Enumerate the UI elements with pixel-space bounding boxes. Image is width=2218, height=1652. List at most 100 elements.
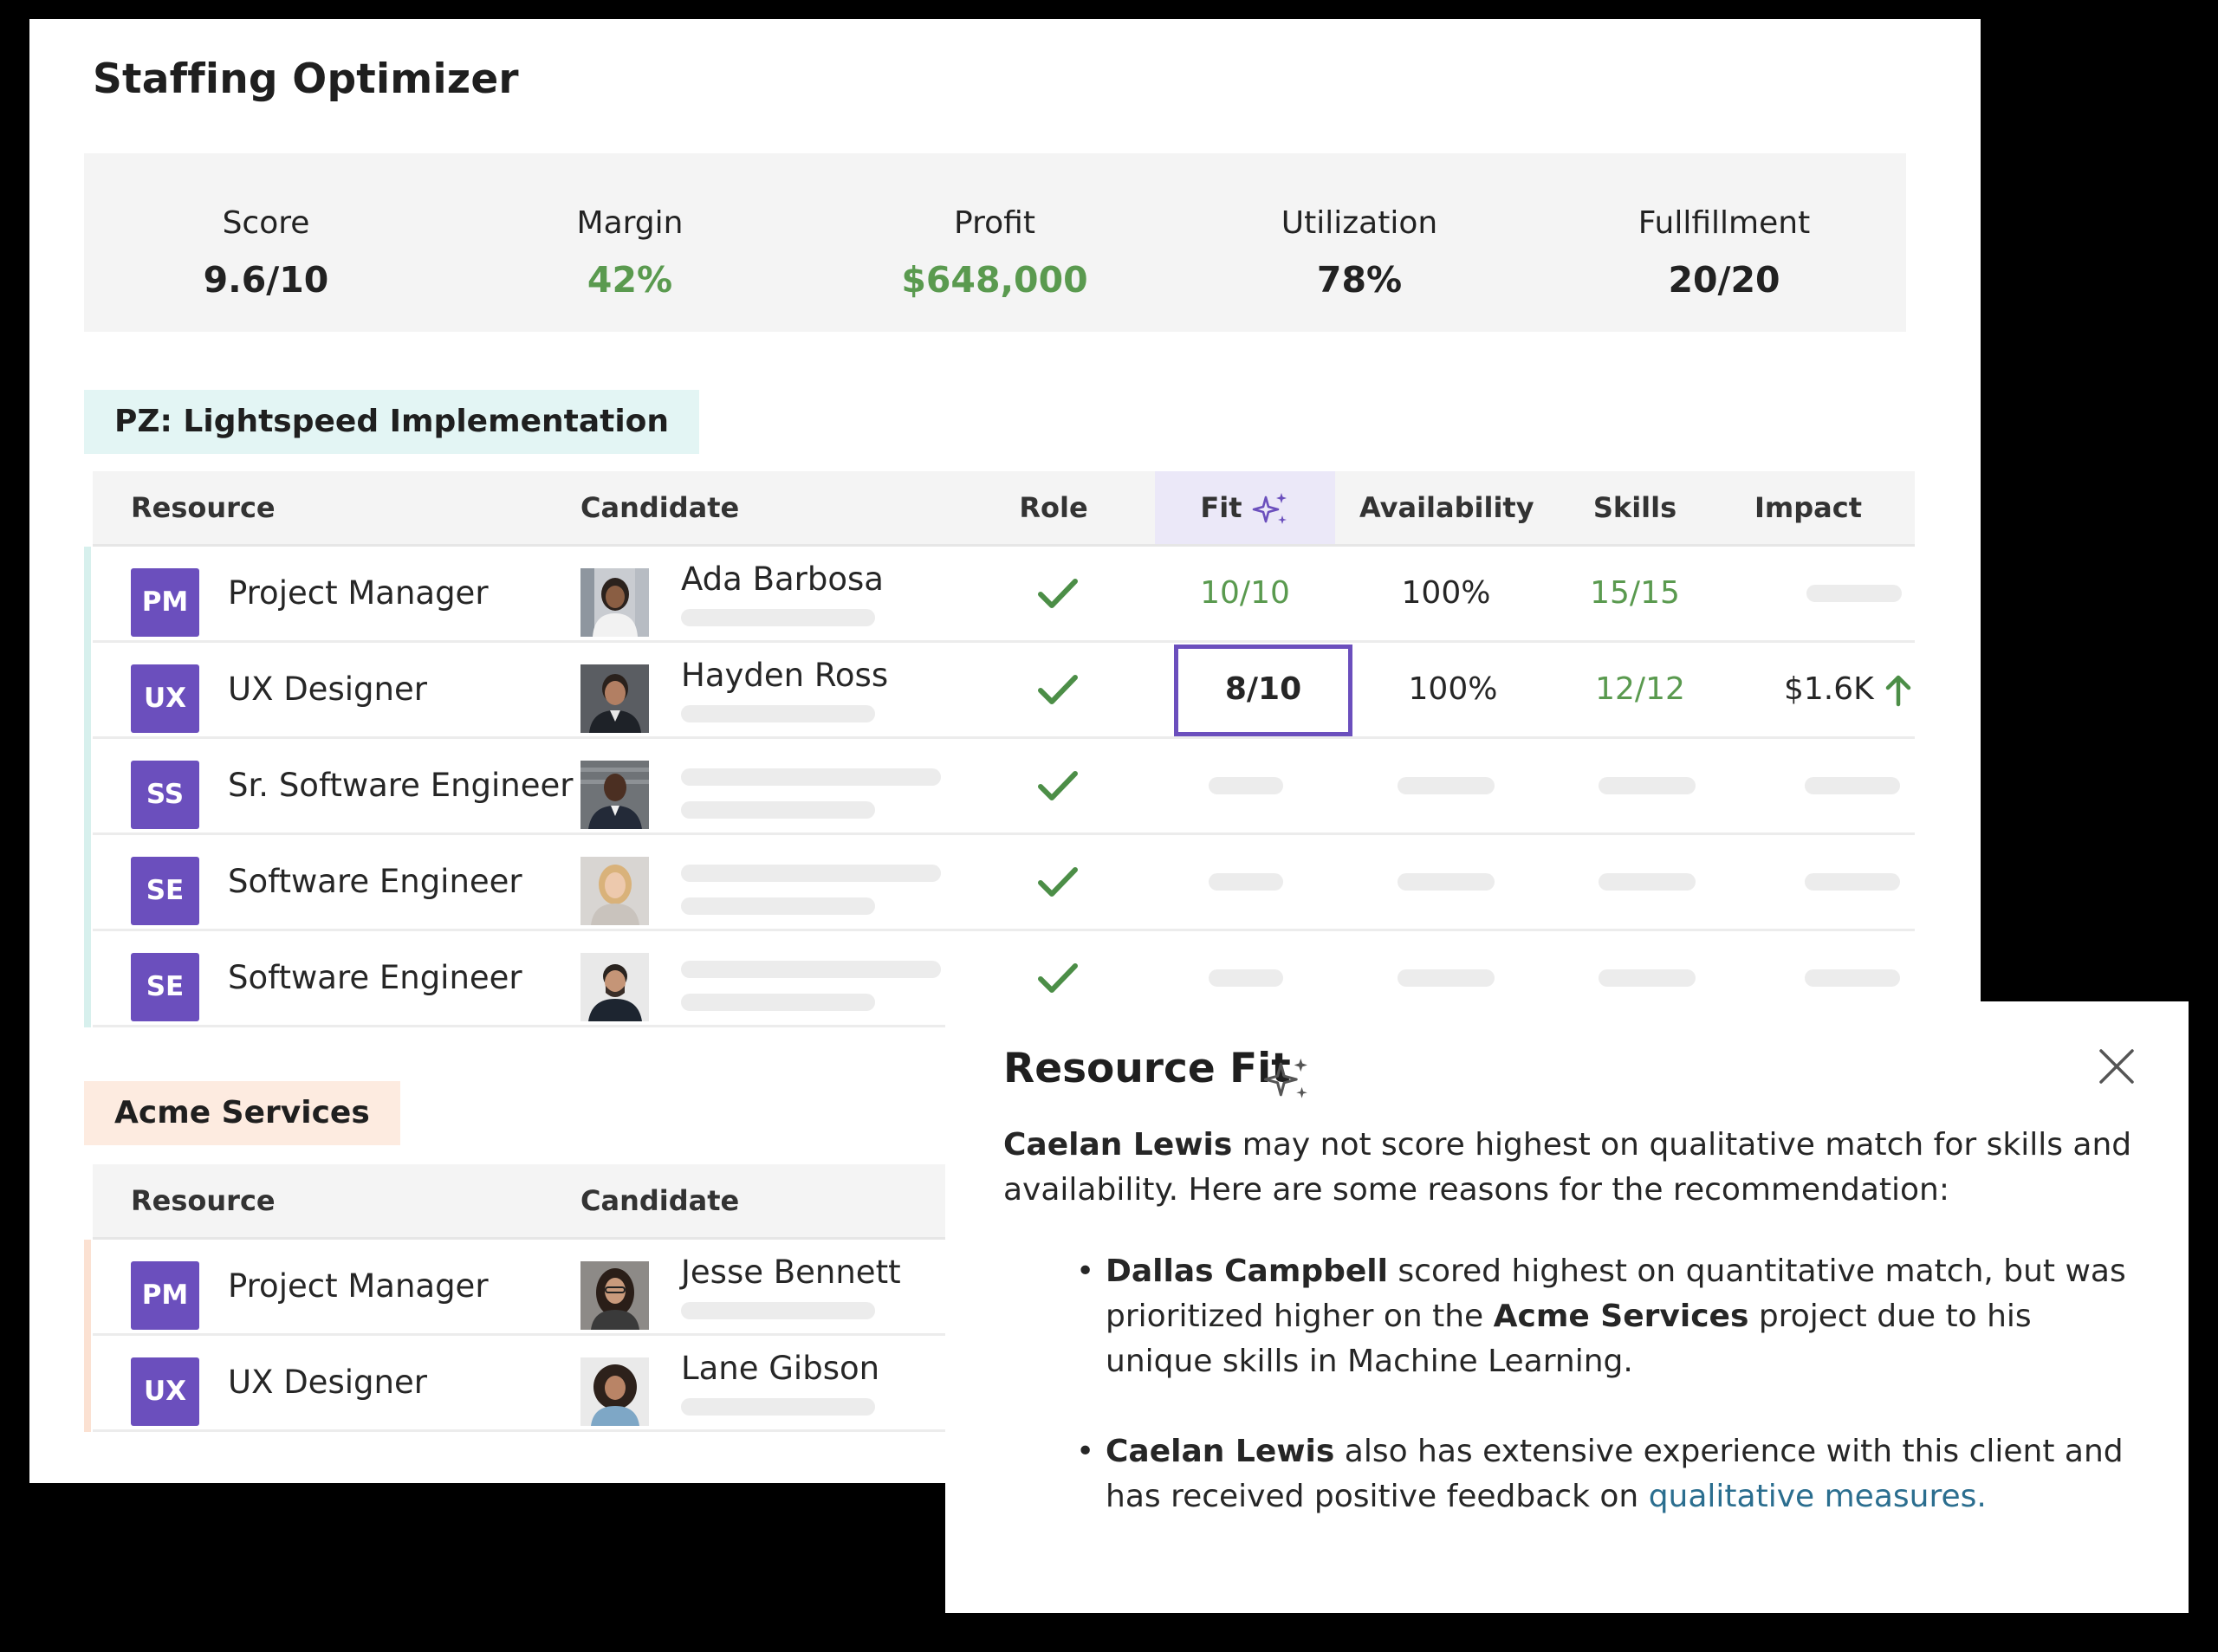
candidate-name[interactable]: Ada Barbosa [681, 560, 884, 598]
resource-name: Project Manager [228, 1267, 489, 1305]
metric-profit: Profit $648,000 [813, 153, 1177, 332]
table-row[interactable]: SE Software Engineer [84, 835, 1915, 931]
row-accent [84, 1336, 91, 1432]
table-row[interactable]: SS Sr. Software Engineer [84, 739, 1915, 835]
resource-name: Project Manager [228, 574, 489, 612]
loading-placeholder [1209, 969, 1283, 987]
loading-placeholder [681, 705, 875, 722]
check-icon [1038, 675, 1078, 704]
column-header-availability[interactable]: Availability [1359, 471, 1534, 544]
column-header-resource[interactable]: Resource [131, 1164, 276, 1237]
arrow-up-icon [1885, 675, 1911, 707]
row-accent [84, 547, 91, 643]
avatar[interactable] [580, 857, 649, 925]
candidate-highlight: Dallas Campbell [1106, 1254, 1388, 1289]
avatar[interactable] [580, 1357, 649, 1426]
candidate-name[interactable]: Lane Gibson [681, 1350, 879, 1387]
reason-item: Caelan Lewis also has extensive experien… [1076, 1429, 2138, 1519]
resource-name: UX Designer [228, 1364, 427, 1401]
loading-placeholder [681, 1398, 875, 1416]
loading-placeholder [1805, 873, 1900, 891]
close-icon[interactable] [2098, 1048, 2135, 1085]
avatar-photo [580, 857, 649, 925]
avatar-photo [580, 953, 649, 1021]
reason-item: Dallas Campbell scored highest on quanti… [1076, 1249, 2138, 1384]
loading-placeholder [1805, 969, 1900, 987]
avatar[interactable] [580, 664, 649, 733]
row-accent [84, 643, 91, 739]
staffing-table: Resource Candidate Role Fit Availability… [84, 471, 1915, 1043]
role-badge: UX [131, 664, 199, 733]
candidate-highlight: Caelan Lewis [1106, 1434, 1335, 1469]
loading-placeholder [681, 961, 941, 978]
loading-placeholder [681, 865, 941, 882]
role-badge: SS [131, 761, 199, 829]
fit-score[interactable]: 10/10 [1155, 547, 1335, 640]
avatar[interactable] [580, 953, 649, 1021]
avatar-photo [580, 1261, 649, 1330]
role-badge: UX [131, 1357, 199, 1426]
popup-body: Caelan Lewis may not score highest on qu… [1003, 1123, 2138, 1565]
project-tag[interactable]: Acme Services [84, 1081, 400, 1145]
sparkle-icon [1252, 493, 1287, 524]
check-icon [1038, 579, 1078, 608]
check-icon [1038, 771, 1078, 800]
availability-value: 100% [1408, 671, 1498, 707]
loading-placeholder [681, 801, 875, 819]
loading-placeholder [1398, 969, 1495, 987]
loading-placeholder [1209, 777, 1283, 794]
table-row[interactable]: UX UX Designer Hayden Ross 8/10 100% 12/… [84, 643, 1915, 739]
avatar-photo [580, 1357, 649, 1426]
metric-fulfillment: Fullfillment 20/20 [1542, 153, 1906, 332]
avatar[interactable] [580, 568, 649, 637]
resource-name: UX Designer [228, 671, 427, 708]
candidate-name[interactable]: Hayden Ross [681, 657, 888, 694]
row-accent [84, 1240, 91, 1336]
loading-placeholder [1599, 969, 1696, 987]
check-icon [1038, 867, 1078, 897]
popup-title: Resource Fit [1003, 1045, 1291, 1092]
column-header-role[interactable]: Role [1002, 471, 1106, 544]
column-header-fit[interactable]: Fit [1155, 471, 1335, 544]
role-badge: SE [131, 857, 199, 925]
project-tag[interactable]: PZ: Lightspeed Implementation [84, 390, 700, 454]
row-accent [84, 931, 91, 1027]
metric-utilization: Utilization 78% [1177, 153, 1541, 332]
avatar[interactable] [580, 761, 649, 829]
resource-name: Software Engineer [228, 863, 522, 900]
metric-margin: Margin 42% [448, 153, 812, 332]
popup-intro: Caelan Lewis may not score highest on qu… [1003, 1123, 2138, 1213]
candidate-highlight: Caelan Lewis [1003, 1127, 1233, 1163]
column-header-candidate[interactable]: Candidate [580, 1164, 739, 1237]
avatar-photo [580, 568, 649, 637]
page-title: Staffing Optimizer [93, 55, 519, 103]
metric-label: Score [222, 205, 310, 241]
qualitative-measures-link[interactable]: qualitative measures. [1649, 1479, 1987, 1514]
loading-placeholder [681, 897, 875, 915]
resource-fit-popup[interactable]: Resource Fit Caelan Lewis may not score … [945, 1001, 2189, 1613]
fit-score[interactable]: 8/10 [1174, 643, 1352, 736]
loading-placeholder [681, 1302, 875, 1319]
metric-score: Score 9.6/10 [84, 153, 448, 332]
metric-value: 20/20 [1668, 259, 1780, 301]
skills-value: 15/15 [1590, 575, 1680, 611]
sparkle-icon [1264, 1058, 1307, 1098]
avatar-photo [580, 664, 649, 733]
metrics-bar: Score 9.6/10 Margin 42% Profit $648,000 … [84, 153, 1906, 332]
column-header-skills[interactable]: Skills [1566, 471, 1704, 544]
reason-list: Dallas Campbell scored highest on quanti… [1003, 1249, 2138, 1519]
loading-placeholder [681, 994, 875, 1011]
column-header-candidate[interactable]: Candidate [580, 471, 739, 544]
metric-label: Profit [954, 205, 1035, 241]
loading-placeholder [1209, 873, 1283, 891]
role-badge: PM [131, 1261, 199, 1330]
skills-value: 12/12 [1595, 671, 1685, 707]
loading-placeholder [1806, 585, 1902, 602]
column-header-impact[interactable]: Impact [1739, 471, 1878, 544]
avatar[interactable] [580, 1261, 649, 1330]
candidate-name[interactable]: Jesse Bennett [681, 1254, 901, 1291]
table-row[interactable]: PM Project Manager Ada Barbosa 10/10 100… [84, 547, 1915, 643]
availability-value: 100% [1401, 575, 1491, 611]
column-header-resource[interactable]: Resource [131, 471, 276, 544]
project-highlight: Acme Services [1493, 1299, 1749, 1334]
